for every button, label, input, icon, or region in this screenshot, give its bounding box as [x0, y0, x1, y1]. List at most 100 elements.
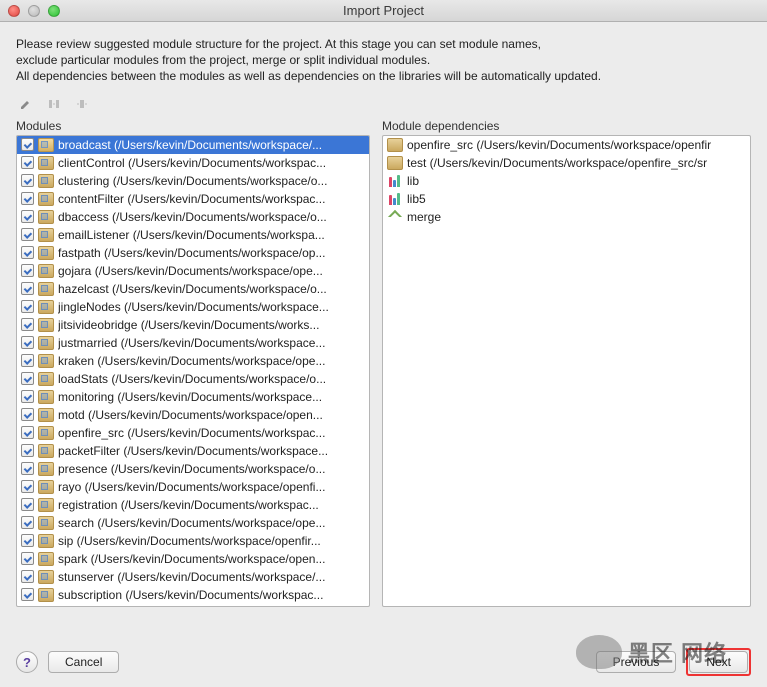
- dependency-row[interactable]: lib: [383, 172, 750, 190]
- module-checkbox[interactable]: [21, 138, 34, 151]
- module-checkbox[interactable]: [21, 264, 34, 277]
- cancel-button[interactable]: Cancel: [48, 651, 119, 673]
- module-row[interactable]: dbaccess (/Users/kevin/Documents/workspa…: [17, 208, 369, 226]
- module-row[interactable]: emailListener (/Users/kevin/Documents/wo…: [17, 226, 369, 244]
- dependency-label: lib: [407, 174, 419, 188]
- module-checkbox[interactable]: [21, 174, 34, 187]
- previous-button[interactable]: Previous: [596, 651, 677, 673]
- zoom-window-button[interactable]: [48, 5, 60, 17]
- split-icon[interactable]: [44, 95, 64, 113]
- module-label: broadcast (/Users/kevin/Documents/worksp…: [58, 138, 322, 152]
- folder-icon: [38, 570, 54, 584]
- module-checkbox[interactable]: [21, 444, 34, 457]
- module-label: gojara (/Users/kevin/Documents/workspace…: [58, 264, 323, 278]
- module-label: stunserver (/Users/kevin/Documents/works…: [58, 570, 325, 584]
- module-row[interactable]: justmarried (/Users/kevin/Documents/work…: [17, 334, 369, 352]
- module-label: subscription (/Users/kevin/Documents/wor…: [58, 588, 323, 602]
- module-checkbox[interactable]: [21, 516, 34, 529]
- module-checkbox[interactable]: [21, 300, 34, 313]
- close-window-button[interactable]: [8, 5, 20, 17]
- merge-icon[interactable]: [72, 95, 92, 113]
- module-label: clientControl (/Users/kevin/Documents/wo…: [58, 156, 326, 170]
- module-checkbox[interactable]: [21, 156, 34, 169]
- module-checkbox[interactable]: [21, 246, 34, 259]
- module-label: clustering (/Users/kevin/Documents/works…: [58, 174, 327, 188]
- module-row[interactable]: jitsivideobridge (/Users/kevin/Documents…: [17, 316, 369, 334]
- module-checkbox[interactable]: [21, 462, 34, 475]
- module-label: packetFilter (/Users/kevin/Documents/wor…: [58, 444, 328, 458]
- module-label: justmarried (/Users/kevin/Documents/work…: [58, 336, 325, 350]
- module-row[interactable]: registration (/Users/kevin/Documents/wor…: [17, 496, 369, 514]
- module-checkbox[interactable]: [21, 228, 34, 241]
- module-checkbox[interactable]: [21, 210, 34, 223]
- folder-icon: [38, 372, 54, 386]
- module-checkbox[interactable]: [21, 570, 34, 583]
- folder-icon: [38, 534, 54, 548]
- module-label: fastpath (/Users/kevin/Documents/workspa…: [58, 246, 325, 260]
- module-row[interactable]: clustering (/Users/kevin/Documents/works…: [17, 172, 369, 190]
- folder-icon: [38, 282, 54, 296]
- module-row[interactable]: kraken (/Users/kevin/Documents/workspace…: [17, 352, 369, 370]
- window-title: Import Project: [0, 3, 767, 18]
- module-checkbox[interactable]: [21, 588, 34, 601]
- module-row[interactable]: hazelcast (/Users/kevin/Documents/worksp…: [17, 280, 369, 298]
- module-checkbox[interactable]: [21, 354, 34, 367]
- module-row[interactable]: search (/Users/kevin/Documents/workspace…: [17, 514, 369, 532]
- module-label: search (/Users/kevin/Documents/workspace…: [58, 516, 325, 530]
- module-label: sip (/Users/kevin/Documents/workspace/op…: [58, 534, 321, 548]
- module-row[interactable]: packetFilter (/Users/kevin/Documents/wor…: [17, 442, 369, 460]
- module-row[interactable]: loadStats (/Users/kevin/Documents/worksp…: [17, 370, 369, 388]
- minimize-window-button[interactable]: [28, 5, 40, 17]
- module-checkbox[interactable]: [21, 552, 34, 565]
- module-row[interactable]: stunserver (/Users/kevin/Documents/works…: [17, 568, 369, 586]
- module-checkbox[interactable]: [21, 192, 34, 205]
- module-checkbox[interactable]: [21, 498, 34, 511]
- module-row[interactable]: presence (/Users/kevin/Documents/workspa…: [17, 460, 369, 478]
- module-checkbox[interactable]: [21, 480, 34, 493]
- folder-icon: [387, 156, 403, 170]
- intro-line: exclude particular modules from the proj…: [16, 52, 751, 68]
- module-row[interactable]: motd (/Users/kevin/Documents/workspace/o…: [17, 406, 369, 424]
- module-row[interactable]: contentFilter (/Users/kevin/Documents/wo…: [17, 190, 369, 208]
- dependency-row[interactable]: merge: [383, 208, 750, 226]
- folder-icon: [38, 210, 54, 224]
- folder-icon: [38, 192, 54, 206]
- module-row[interactable]: jingleNodes (/Users/kevin/Documents/work…: [17, 298, 369, 316]
- module-row[interactable]: sip (/Users/kevin/Documents/workspace/op…: [17, 532, 369, 550]
- module-label: motd (/Users/kevin/Documents/workspace/o…: [58, 408, 323, 422]
- modules-list[interactable]: broadcast (/Users/kevin/Documents/worksp…: [16, 135, 370, 607]
- module-row[interactable]: gojara (/Users/kevin/Documents/workspace…: [17, 262, 369, 280]
- module-checkbox[interactable]: [21, 282, 34, 295]
- folder-icon: [38, 318, 54, 332]
- module-row[interactable]: openfire_src (/Users/kevin/Documents/wor…: [17, 424, 369, 442]
- toolbar: [0, 95, 767, 119]
- module-checkbox[interactable]: [21, 408, 34, 421]
- module-row[interactable]: rayo (/Users/kevin/Documents/workspace/o…: [17, 478, 369, 496]
- module-label: loadStats (/Users/kevin/Documents/worksp…: [58, 372, 326, 386]
- dependency-row[interactable]: test (/Users/kevin/Documents/workspace/o…: [383, 154, 750, 172]
- folder-icon: [38, 174, 54, 188]
- intro-line: Please review suggested module structure…: [16, 36, 751, 52]
- module-checkbox[interactable]: [21, 372, 34, 385]
- module-row[interactable]: fastpath (/Users/kevin/Documents/workspa…: [17, 244, 369, 262]
- module-checkbox[interactable]: [21, 534, 34, 547]
- folder-icon: [38, 462, 54, 476]
- help-button[interactable]: ?: [16, 651, 38, 673]
- folder-icon: [38, 336, 54, 350]
- dependency-row[interactable]: lib5: [383, 190, 750, 208]
- module-row[interactable]: subscription (/Users/kevin/Documents/wor…: [17, 586, 369, 604]
- module-checkbox[interactable]: [21, 390, 34, 403]
- module-row[interactable]: monitoring (/Users/kevin/Documents/works…: [17, 388, 369, 406]
- next-button[interactable]: Next: [689, 651, 748, 673]
- module-checkbox[interactable]: [21, 318, 34, 331]
- module-checkbox[interactable]: [21, 426, 34, 439]
- module-label: rayo (/Users/kevin/Documents/workspace/o…: [58, 480, 325, 494]
- module-row[interactable]: broadcast (/Users/kevin/Documents/worksp…: [17, 136, 369, 154]
- dependencies-list[interactable]: openfire_src (/Users/kevin/Documents/wor…: [382, 135, 751, 607]
- edit-icon[interactable]: [16, 95, 36, 113]
- dependency-row[interactable]: openfire_src (/Users/kevin/Documents/wor…: [383, 136, 750, 154]
- intro-text: Please review suggested module structure…: [0, 22, 767, 95]
- module-row[interactable]: clientControl (/Users/kevin/Documents/wo…: [17, 154, 369, 172]
- module-checkbox[interactable]: [21, 336, 34, 349]
- module-row[interactable]: spark (/Users/kevin/Documents/workspace/…: [17, 550, 369, 568]
